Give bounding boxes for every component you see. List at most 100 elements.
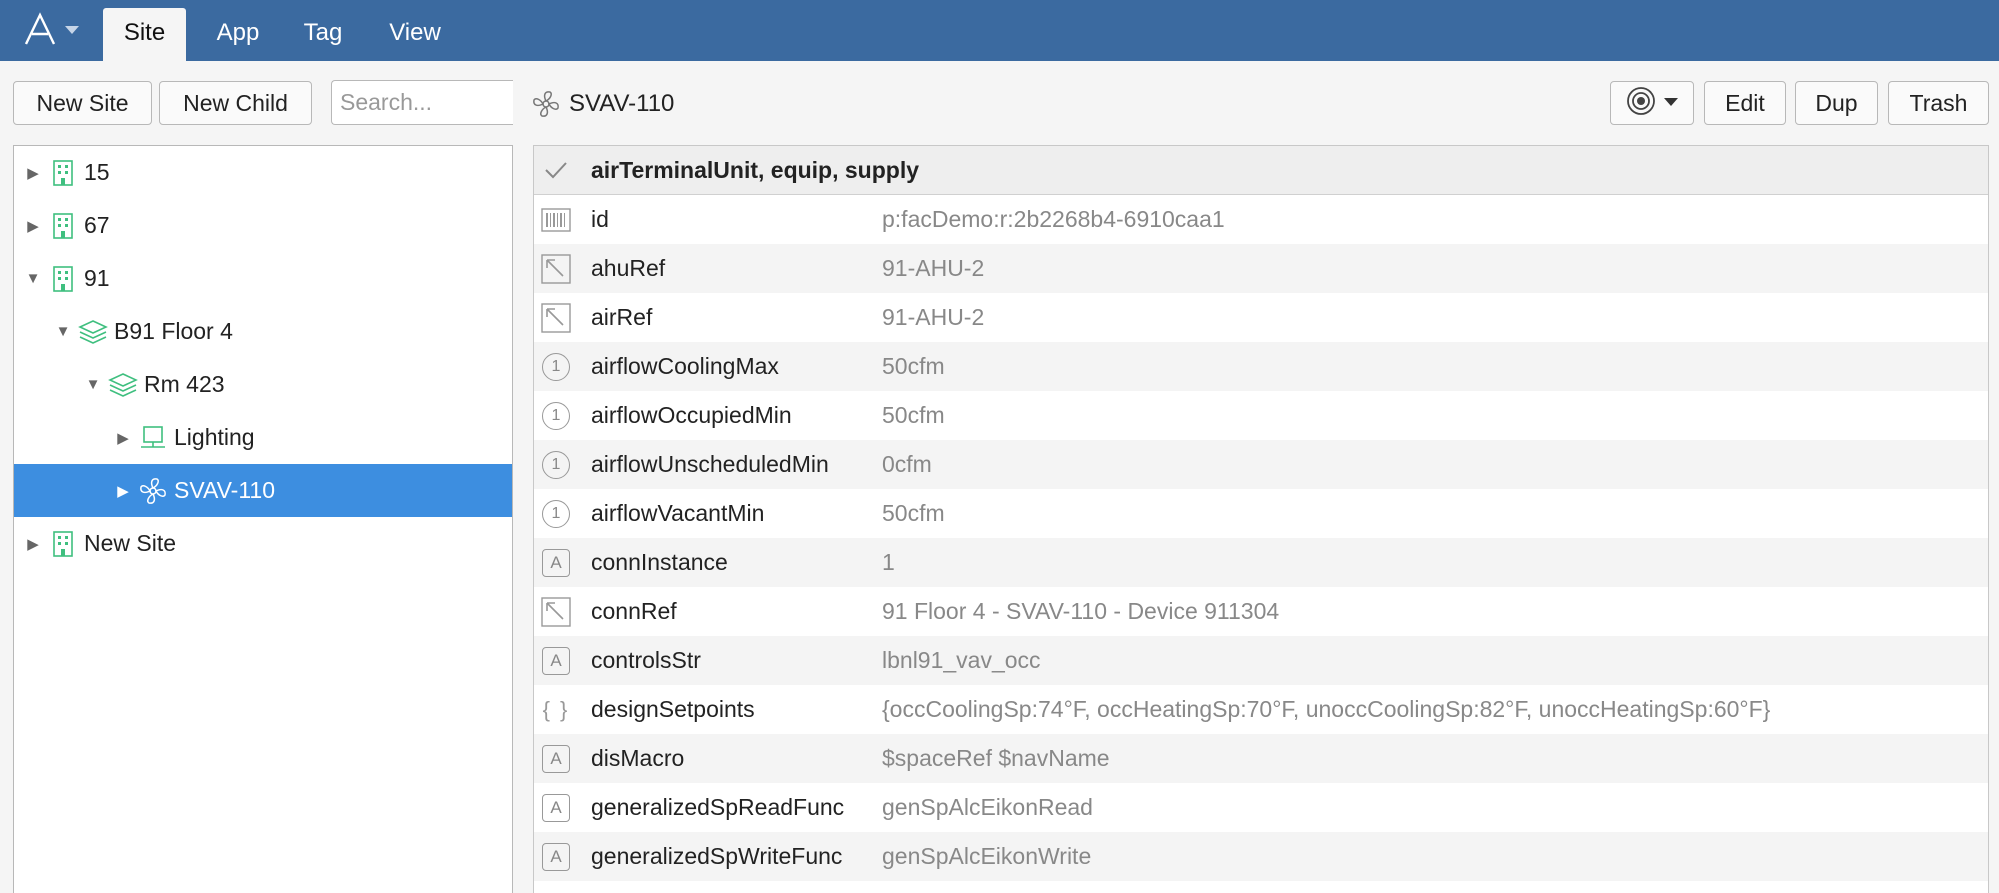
new-child-button[interactable]: New Child (159, 81, 312, 125)
tag-value: 50cfm (882, 500, 945, 526)
action-menu-button[interactable] (1610, 81, 1694, 125)
string-icon: A (534, 832, 578, 881)
ref-icon (534, 587, 578, 636)
tree-item-label: New Site (84, 530, 177, 556)
trash-button[interactable]: Trash (1888, 81, 1989, 125)
barcode-icon (534, 195, 578, 244)
ref-icon (534, 293, 578, 342)
dup-button[interactable]: Dup (1795, 81, 1878, 125)
tree-item-label: SVAV-110 (174, 477, 276, 503)
building-icon (48, 264, 78, 294)
string-icon: A (534, 636, 578, 685)
tag-value: 50cfm (882, 402, 945, 428)
tag-value: lbnl91_vav_occ (882, 647, 1041, 673)
record-title: SVAV-110 (531, 86, 674, 122)
tag-name: airflowOccupiedMin (591, 402, 792, 428)
number-icon: 1 (534, 342, 578, 391)
tree-item-svav-110[interactable]: ▶ SVAV-110 (14, 464, 512, 517)
tab-site[interactable]: Site (103, 8, 186, 61)
building-icon (48, 158, 78, 188)
tag-grid: airTerminalUnit, equip, supply id p:facD… (533, 145, 1989, 893)
tag-row[interactable]: A disMacro $spaceRef $navName (534, 734, 1988, 783)
caret-down-icon (1663, 94, 1679, 112)
tag-value: 50cfm (882, 353, 945, 379)
expand-arrow-icon[interactable]: ▶ (114, 429, 132, 447)
tag-name: generalizedSpReadFunc (591, 794, 845, 820)
tree-item-new-site[interactable]: ▶ New Site (14, 517, 512, 570)
floor-layers-icon (78, 317, 108, 347)
tab-view[interactable]: View (377, 8, 453, 61)
expand-arrow-icon[interactable]: ▶ (24, 164, 42, 182)
equip-icon (138, 423, 168, 453)
app-menu-button[interactable] (22, 10, 86, 50)
tag-value: $spaceRef $navName (882, 745, 1110, 771)
tree-item-lighting[interactable]: ▶ Lighting (14, 411, 512, 464)
number-icon: 1 (534, 391, 578, 440)
tree-item-label: Lighting (174, 424, 255, 450)
tag-name: connRef (591, 598, 677, 624)
tag-name: airflowCoolingMax (591, 353, 779, 379)
building-icon (48, 211, 78, 241)
tag-value: 91-AHU-2 (882, 304, 985, 330)
tag-name: id (591, 206, 609, 232)
tree-item-label: 67 (84, 212, 110, 238)
collapse-arrow-icon[interactable]: ▼ (24, 270, 42, 287)
tag-row[interactable]: airRef 91-AHU-2 (534, 293, 1988, 342)
expand-arrow-icon[interactable]: ▶ (24, 535, 42, 553)
tag-row[interactable]: A generalizedSpReadFunc genSpAlcEikonRea… (534, 783, 1988, 832)
tag-row[interactable]: id p:facDemo:r:2b2268b4-6910caa1 (534, 195, 1988, 244)
tag-value: 91-AHU-2 (882, 255, 985, 281)
app-logo-icon (22, 12, 58, 48)
tag-row[interactable]: A generalizedSpWriteFunc genSpAlcEikonWr… (534, 832, 1988, 881)
tag-row[interactable]: 1 airflowOccupiedMin 50cfm (534, 391, 1988, 440)
ref-icon (534, 244, 578, 293)
tree-item-b91-floor-4[interactable]: ▼ B91 Floor 4 (14, 305, 512, 358)
floor-layers-icon (108, 370, 138, 400)
tag-value: 1 (882, 549, 895, 575)
string-icon: A (534, 538, 578, 587)
collapse-arrow-icon[interactable]: ▼ (54, 323, 72, 340)
new-site-button[interactable]: New Site (13, 81, 152, 125)
tag-value: p:facDemo:r:2b2268b4-6910caa1 (882, 206, 1225, 232)
tree-item-15[interactable]: ▶ 15 (14, 146, 512, 199)
record-title-text: SVAV-110 (569, 90, 675, 117)
tag-name: controlsStr (591, 647, 701, 673)
search-input[interactable] (331, 80, 513, 125)
expand-arrow-icon[interactable]: ▶ (24, 217, 42, 235)
tag-row[interactable]: 1 airflowVacantMin 50cfm (534, 489, 1988, 538)
fan-icon (531, 89, 561, 119)
tag-name: airflowUnscheduledMin (591, 451, 829, 477)
tag-row[interactable]: 1 airflowUnscheduledMin 0cfm (534, 440, 1988, 489)
tag-row[interactable]: 1 airflowCoolingMax 50cfm (534, 342, 1988, 391)
tree-item-label: Rm 423 (144, 371, 225, 397)
dict-icon: { } (542, 696, 570, 722)
expand-arrow-icon[interactable]: ▶ (114, 482, 132, 500)
check-icon (534, 146, 578, 195)
number-icon: 1 (534, 489, 578, 538)
building-icon (48, 529, 78, 559)
tree-item-91[interactable]: ▼ 91 (14, 252, 512, 305)
tag-row[interactable]: A connInstance 1 (534, 538, 1988, 587)
tag-name: generalizedSpWriteFunc (591, 843, 843, 869)
string-icon: A (534, 734, 578, 783)
collapse-arrow-icon[interactable]: ▼ (84, 376, 102, 393)
tab-tag[interactable]: Tag (290, 8, 356, 61)
tag-name: airRef (591, 304, 653, 330)
tag-row[interactable]: { } designSetpoints {occCoolingSp:74°F, … (534, 685, 1988, 734)
tree-item-rm-423[interactable]: ▼ Rm 423 (14, 358, 512, 411)
tag-row[interactable]: ahuRef 91-AHU-2 (534, 244, 1988, 293)
tag-name: ahuRef (591, 255, 666, 281)
tag-row[interactable]: connRef 91 Floor 4 - SVAV-110 - Device 9… (534, 587, 1988, 636)
fan-icon (138, 476, 168, 506)
tag-name: disMacro (591, 745, 685, 771)
tag-value: 0cfm (882, 451, 932, 477)
number-icon: 1 (534, 440, 578, 489)
tag-value: genSpAlcEikonRead (882, 794, 1093, 820)
site-tree[interactable]: ▶ 15 ▶ 67 ▼ 91 ▼ B91 Floor 4 ▼ Rm 423 ▶ (13, 145, 513, 893)
edit-button[interactable]: Edit (1704, 81, 1786, 125)
tab-app[interactable]: App (205, 8, 271, 61)
tree-item-label: 15 (84, 159, 110, 185)
tag-row[interactable]: A controlsStr lbnl91_vav_occ (534, 636, 1988, 685)
tree-item-label: 91 (84, 265, 110, 291)
tree-item-67[interactable]: ▶ 67 (14, 199, 512, 252)
